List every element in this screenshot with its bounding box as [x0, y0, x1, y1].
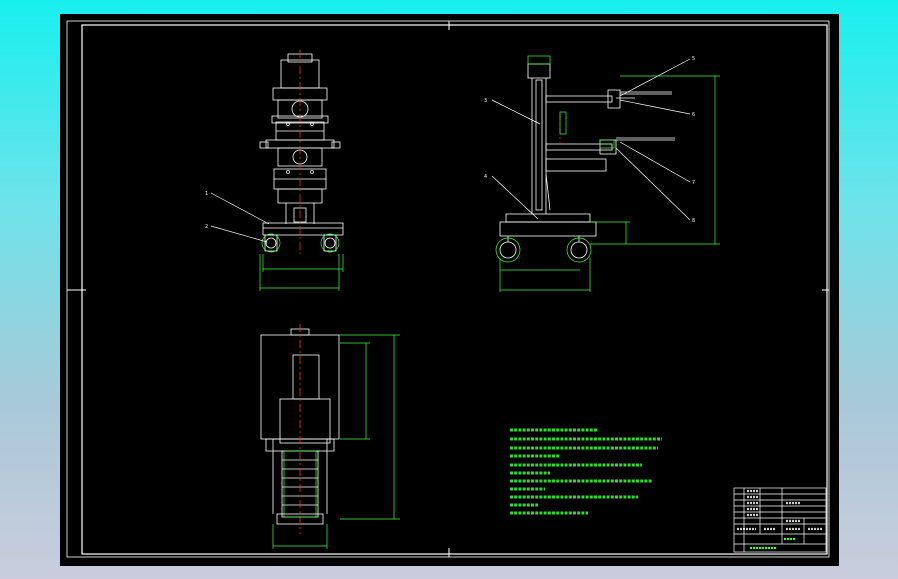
front-view-dimensions [259, 233, 344, 291]
balloon-1: 1 [205, 191, 208, 197]
engineering-drawing: 1 2 3 4 5 6 7 8 [66, 20, 830, 558]
drawing-sheet: 1 2 3 4 5 6 7 8 [60, 14, 839, 566]
title-block-text [737, 489, 822, 531]
balloon-6: 6 [692, 112, 695, 118]
side-view-leaders [491, 58, 691, 221]
balloon-8: 8 [692, 218, 695, 224]
balloon-3: 3 [484, 98, 487, 104]
side-view [499, 63, 675, 259]
front-view-leaders [210, 192, 270, 243]
balloon-4: 4 [484, 174, 487, 180]
front-view [259, 53, 344, 252]
title-block-green-text [750, 537, 796, 550]
balloon-2: 2 [205, 224, 208, 230]
balloon-5: 5 [692, 56, 695, 62]
balloon-7: 7 [692, 180, 695, 186]
technical-notes [510, 428, 662, 515]
top-view-dimensions [272, 334, 400, 549]
